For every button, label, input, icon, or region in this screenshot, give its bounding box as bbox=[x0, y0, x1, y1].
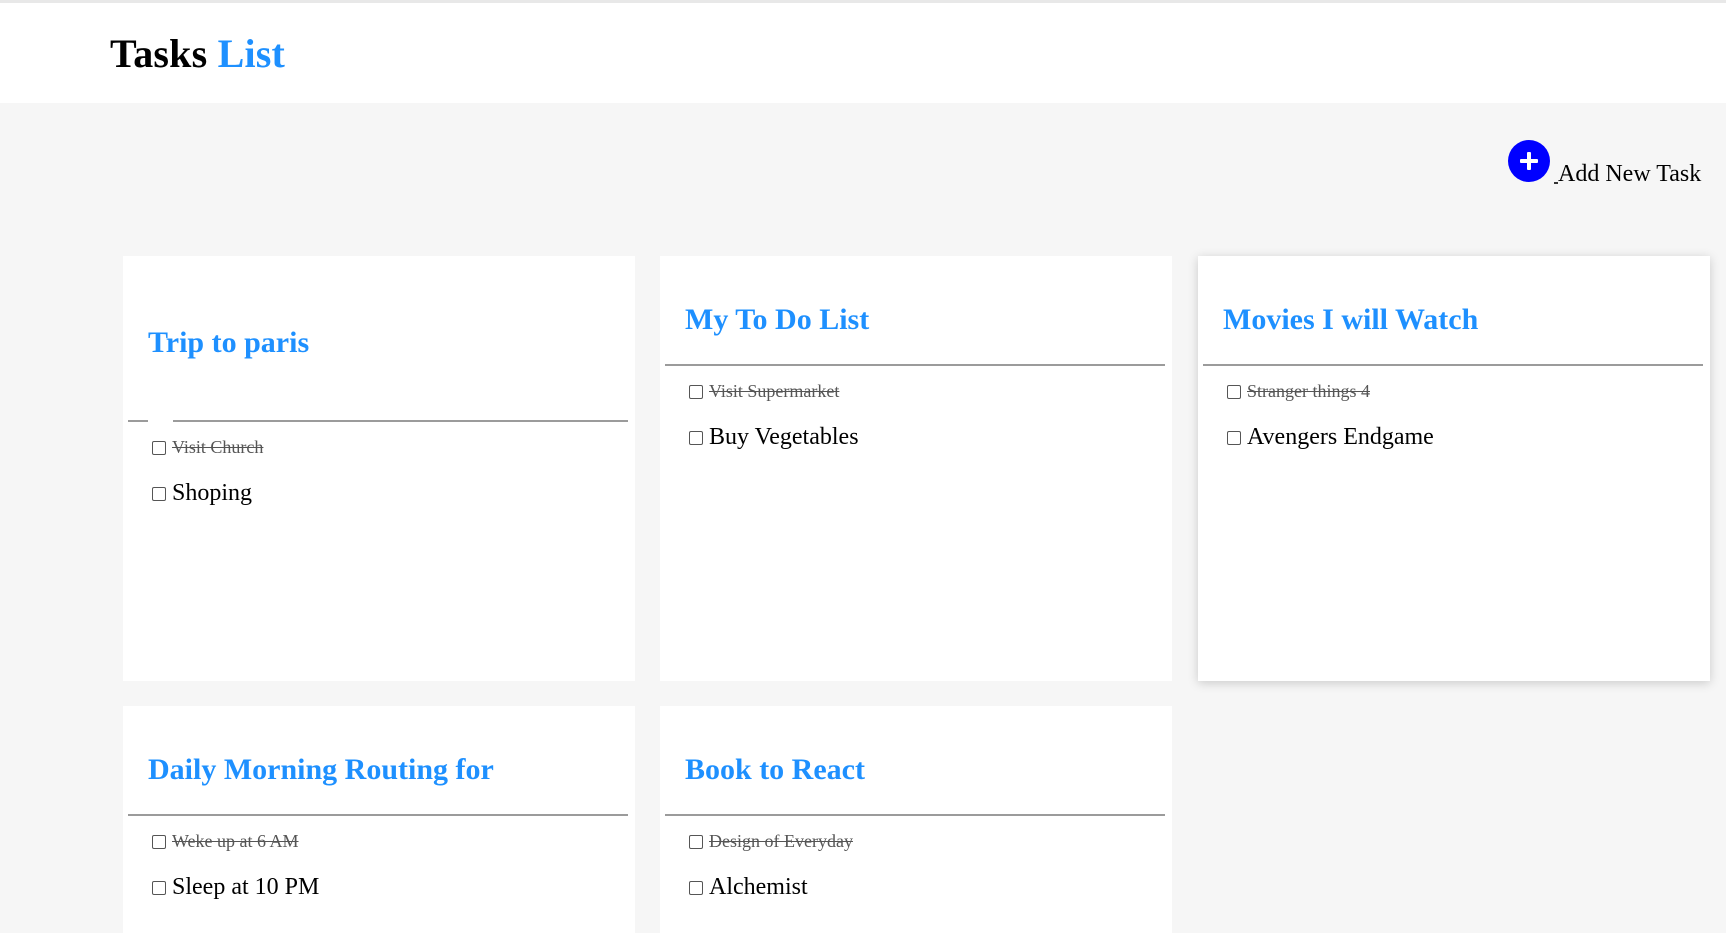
task-item[interactable]: Visit Supermarket bbox=[689, 381, 839, 402]
task-label: Shoping bbox=[172, 480, 253, 506]
task-list-title: Trip to paris bbox=[148, 326, 310, 359]
task-list-title: Book to React bbox=[685, 753, 865, 786]
task-item[interactable]: Stranger things 4 bbox=[1227, 381, 1370, 402]
task-list-card: Movies I will Watch Stranger things 4 Av… bbox=[1198, 256, 1710, 681]
task-list-card: My To Do List Visit Supermarket Buy Vege… bbox=[660, 256, 1172, 681]
task-label: Sleep at 10 PM bbox=[172, 874, 320, 900]
task-list-divider bbox=[665, 814, 1165, 816]
task-list-card: Trip to paris Visit Church Shoping bbox=[123, 256, 635, 681]
task-item[interactable]: Sleep at 10 PM bbox=[152, 874, 319, 901]
task-list-divider bbox=[128, 420, 628, 422]
plus-icon[interactable] bbox=[1508, 140, 1550, 182]
task-label: Stranger things 4 bbox=[1247, 381, 1370, 401]
task-label: Design of Everyday bbox=[709, 831, 853, 851]
task-label: Buy Vegetables bbox=[709, 424, 859, 450]
task-checkbox[interactable] bbox=[689, 880, 703, 895]
task-list-card: Book to React Design of Everyday Alchemi… bbox=[660, 706, 1172, 933]
task-list-card: Daily Morning Routing for Weke up at 6 A… bbox=[123, 706, 635, 933]
task-checkbox[interactable] bbox=[152, 834, 166, 849]
task-checkbox[interactable] bbox=[152, 486, 166, 501]
task-checkbox[interactable] bbox=[152, 440, 166, 455]
task-label: Avengers Endgame bbox=[1247, 424, 1434, 450]
task-checkbox[interactable] bbox=[689, 384, 703, 399]
app-header: Tasks List bbox=[0, 3, 1726, 103]
task-list-divider bbox=[665, 364, 1165, 366]
task-label: Visit Church bbox=[172, 437, 264, 457]
task-label: Alchemist bbox=[709, 874, 808, 900]
task-item[interactable]: Visit Church bbox=[152, 437, 263, 458]
add-new-task-button[interactable]: Add New Task bbox=[1508, 140, 1701, 186]
task-checkbox[interactable] bbox=[1227, 430, 1241, 445]
task-item[interactable]: Alchemist bbox=[689, 874, 808, 901]
task-list-divider bbox=[128, 814, 628, 816]
task-item[interactable]: Buy Vegetables bbox=[689, 424, 859, 451]
task-item[interactable]: Weke up at 6 AM bbox=[152, 831, 299, 852]
task-checkbox[interactable] bbox=[689, 834, 703, 849]
task-list-title: My To Do List bbox=[685, 303, 870, 336]
task-checkbox[interactable] bbox=[152, 880, 166, 895]
app-title-accent: List bbox=[217, 31, 286, 76]
app-title: Tasks List bbox=[110, 30, 285, 77]
task-item[interactable]: Shoping bbox=[152, 480, 252, 507]
task-checkbox[interactable] bbox=[689, 430, 703, 445]
task-label: Weke up at 6 AM bbox=[172, 831, 299, 851]
task-item[interactable]: Design of Everyday bbox=[689, 831, 853, 852]
task-checkbox[interactable] bbox=[1227, 384, 1241, 399]
task-list-title: Daily Morning Routing for bbox=[148, 753, 494, 786]
task-item[interactable]: Avengers Endgame bbox=[1227, 424, 1434, 451]
task-list-divider bbox=[1203, 364, 1703, 366]
task-label: Visit Supermarket bbox=[709, 381, 840, 401]
add-new-task-label[interactable]: Add New Task bbox=[1558, 162, 1701, 186]
task-list-title: Movies I will Watch bbox=[1223, 303, 1479, 336]
app-title-main: Tasks bbox=[110, 31, 208, 76]
